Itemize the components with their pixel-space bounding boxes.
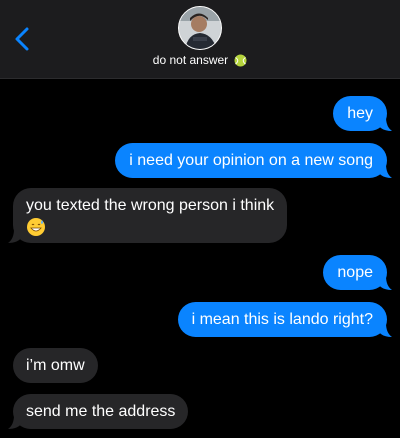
message-text: hey — [347, 105, 373, 122]
bubble-tail — [378, 164, 392, 178]
conversation-header: do not answer — [0, 0, 400, 79]
message-received[interactable]: you texted the wrong person i think — [8, 188, 288, 243]
message-text: i mean this is lando right? — [191, 311, 373, 328]
bubble-tail — [378, 323, 392, 337]
message-sent[interactable]: i mean this is lando right? — [177, 302, 392, 337]
message-text: i’m omw — [26, 357, 85, 374]
message-sent[interactable]: i need your opinion on a new song — [115, 143, 392, 178]
avatar-photo — [179, 7, 221, 49]
bubble-tail — [378, 117, 392, 131]
grinning-sweat-emoji-icon — [27, 218, 45, 236]
message-received[interactable]: send me the address — [8, 394, 189, 429]
bubble-tail — [378, 276, 392, 290]
bubble-tail — [8, 415, 22, 429]
contact-name-row[interactable]: do not answer — [0, 53, 400, 67]
bubble-tail — [8, 229, 22, 243]
message-text: you texted the wrong person i think — [26, 197, 275, 214]
message-received[interactable]: i’m omw — [13, 348, 98, 383]
message-text: i need your opinion on a new song — [129, 152, 373, 169]
message-sent[interactable]: nope — [323, 255, 392, 290]
tennis-ball-icon — [234, 54, 247, 66]
contact-name: do not answer — [152, 53, 229, 67]
message-text: send me the address — [26, 403, 176, 420]
message-sent[interactable]: hey — [333, 96, 392, 131]
chevron-left-icon[interactable] — [12, 26, 34, 52]
avatar[interactable] — [178, 6, 222, 50]
message-text: nope — [337, 264, 373, 281]
